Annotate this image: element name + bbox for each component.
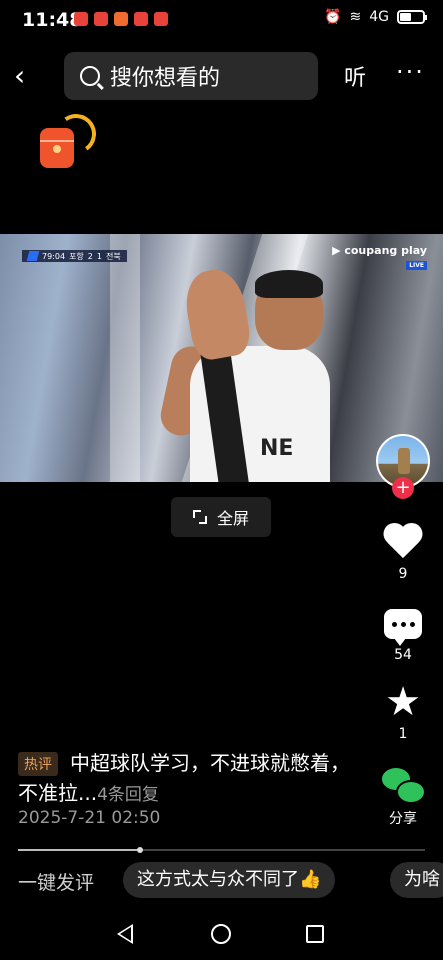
nav-home-icon[interactable] xyxy=(211,924,231,944)
wifi-icon: ≋ xyxy=(349,9,362,25)
wechat-icon xyxy=(382,768,426,804)
search-placeholder: 搜你想看的 xyxy=(110,66,221,91)
hot-comment-badge: 热评 xyxy=(18,752,58,776)
league-logo-icon xyxy=(26,251,40,261)
home-team: 포항 xyxy=(69,251,84,261)
video-player[interactable]: 79:04 포항 2 1 전북 ▶ coupang play LIVE xyxy=(0,234,443,482)
back-button[interactable]: ‹ xyxy=(14,58,44,94)
broadcaster-logo: ▶ coupang play LIVE xyxy=(332,244,427,270)
away-score: 1 xyxy=(96,251,102,261)
reply-count-link[interactable]: 4条回复 xyxy=(97,785,159,805)
follow-button[interactable]: + xyxy=(392,477,414,499)
hot-comment[interactable]: 中超球队学习，不进球就憋着，不准拉...4条回复 xyxy=(18,748,368,810)
heart-icon xyxy=(383,520,423,560)
like-count: 9 xyxy=(398,566,408,582)
nav-recents-icon[interactable] xyxy=(306,925,324,943)
status-notification-icons xyxy=(74,12,168,26)
search-input[interactable]: 搜你想看的 xyxy=(64,52,318,100)
share-button[interactable]: 分享 xyxy=(380,768,426,828)
notification-app-icon xyxy=(94,12,108,26)
alarm-icon: ⏰ xyxy=(324,9,342,25)
like-button[interactable]: 9 xyxy=(380,520,426,582)
notification-app-icon xyxy=(154,12,168,26)
home-score: 2 xyxy=(87,251,93,261)
notification-app-icon xyxy=(74,12,88,26)
quick-comment-chip[interactable]: 为啥 xyxy=(390,862,443,898)
progress-fill xyxy=(18,849,141,851)
network-type: 4G xyxy=(369,9,389,25)
quick-comment-label: 一键发评 xyxy=(18,872,95,894)
player-hair xyxy=(255,270,323,298)
star-icon: ★ xyxy=(385,679,421,725)
favorite-count: 1 xyxy=(398,726,408,742)
comment-button[interactable]: 54 xyxy=(380,609,426,663)
share-label: 分享 xyxy=(389,811,417,827)
scoreboard: 79:04 포항 2 1 전북 xyxy=(22,250,127,262)
notification-app-icon xyxy=(114,12,128,26)
background-stripe xyxy=(110,234,140,482)
video-progress-bar[interactable] xyxy=(18,847,425,853)
live-badge: LIVE xyxy=(406,261,427,270)
favorite-button[interactable]: ★ 1 xyxy=(380,682,426,742)
comment-count: 54 xyxy=(394,647,412,663)
fullscreen-button[interactable]: 全屏 xyxy=(171,497,271,537)
red-packet-icon[interactable] xyxy=(40,128,74,168)
search-icon xyxy=(80,66,100,86)
fullscreen-label: 全屏 xyxy=(216,509,249,528)
player-jersey xyxy=(190,346,330,482)
progress-handle[interactable] xyxy=(137,847,144,853)
more-options-button[interactable]: ··· xyxy=(396,58,425,86)
battery-icon xyxy=(397,10,427,24)
status-indicators: ⏰ ≋ 4G xyxy=(324,9,427,25)
hot-comment-text: 中超球队学习，不进球就憋着，不准拉... xyxy=(18,751,350,805)
notification-app-icon xyxy=(134,12,148,26)
listen-button[interactable]: 听 xyxy=(344,60,366,92)
comment-icon xyxy=(384,609,422,646)
comment-timestamp: 2025-7-21 02:50 xyxy=(18,808,161,828)
fullscreen-icon xyxy=(192,510,207,524)
match-clock: 79:04 xyxy=(42,251,66,261)
away-team: 전북 xyxy=(105,251,121,261)
nav-back-icon[interactable] xyxy=(117,924,133,944)
broadcaster-name: coupang play xyxy=(344,244,427,257)
quick-comment-chip[interactable]: 这方式太与众不同了👍 xyxy=(123,862,336,898)
